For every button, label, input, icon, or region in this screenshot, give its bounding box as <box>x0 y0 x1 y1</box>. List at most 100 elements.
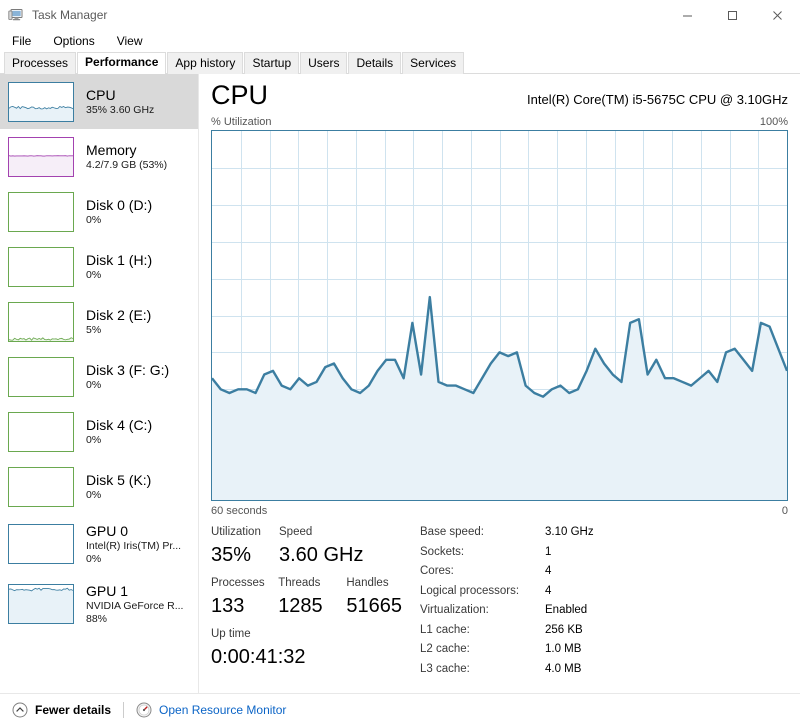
stat-value: 51665 <box>346 595 402 617</box>
fewer-details-button[interactable]: Fewer details <box>12 702 111 718</box>
task-manager-icon <box>8 7 24 23</box>
sidebar-item-disk-2-e[interactable]: Disk 2 (E:) 5% <box>0 294 198 349</box>
stat-label: Processes <box>211 577 265 589</box>
stat-value: 0:00:41:32 <box>211 646 306 668</box>
graph-plot-area <box>212 131 787 500</box>
sidebar-thumbnail <box>8 246 74 287</box>
detail-label: Sockets: <box>420 545 465 558</box>
sidebar-item-disk-0-d[interactable]: Disk 0 (D:) 0% <box>0 184 198 239</box>
stat-threads: Threads 1285 <box>278 574 342 619</box>
status-bar: Fewer details Open Resource Monitor <box>0 693 800 725</box>
sidebar-item-sublabel: 0% <box>86 268 102 281</box>
window-title: Task Manager <box>32 8 108 22</box>
sidebar-item-sublabel: 0% <box>86 213 102 226</box>
detail-label: Cores: <box>420 565 454 577</box>
sidebar-item-label: GPU 0 <box>86 522 129 539</box>
sidebar-item-text: CPU 35% 3.60 GHz <box>86 87 154 117</box>
detail-label: Virtualization: <box>420 604 489 616</box>
sidebar-item-sublabel-2: 0% <box>86 552 102 565</box>
sidebar-item-text: Disk 4 (C:) 0% <box>86 417 152 447</box>
tab-details[interactable]: Details <box>348 52 402 74</box>
sidebar-item-text: Disk 3 (F: G:) 0% <box>86 362 169 392</box>
sidebar-item-disk-5-k[interactable]: Disk 5 (K:) 0% <box>0 459 198 514</box>
maximize-button[interactable] <box>710 0 755 30</box>
stat-label: Up time <box>211 628 251 640</box>
sidebar-thumbnail <box>8 301 74 342</box>
sidebar-item-cpu[interactable]: CPU 35% 3.60 GHz <box>0 74 198 129</box>
stat-processes: Processes 133 <box>211 574 274 619</box>
resource-monitor-icon <box>136 702 152 718</box>
menu-bar: File Options View <box>0 30 800 52</box>
menu-item-file[interactable]: File <box>8 32 35 50</box>
detail-value: 256 KB <box>545 623 583 636</box>
detail-label: L2 cache: <box>420 643 470 655</box>
graph-x-axis-labels: 60 seconds 0 <box>211 505 788 517</box>
open-resource-monitor-link[interactable]: Open Resource Monitor <box>136 702 286 718</box>
menu-item-options[interactable]: Options <box>49 32 98 50</box>
cpu-graph-wrapper <box>211 130 788 501</box>
detail-row: L3 cache: 4.0 MB <box>420 660 788 680</box>
detail-label: Base speed: <box>420 526 484 538</box>
sidebar-item-label: Memory <box>86 141 137 158</box>
x-axis-right: 0 <box>781 505 788 517</box>
tab-startup[interactable]: Startup <box>244 52 300 74</box>
stat-utilization: Utilization 35% <box>211 523 275 568</box>
detail-value: 3.10 GHz <box>545 526 594 538</box>
cpu-header: CPU Intel(R) Core(TM) i5-5675C CPU @ 3.1… <box>211 74 788 112</box>
cpu-utilization-graph[interactable] <box>211 130 788 501</box>
stats-row-3: Up time 0:00:41:32 <box>211 625 406 670</box>
tab-services[interactable]: Services <box>402 52 465 74</box>
sidebar-item-label: Disk 3 (F: G:) <box>86 361 170 378</box>
sidebar-item-gpu-1[interactable]: GPU 1 NVIDIA GeForce R... 88% <box>0 574 198 634</box>
detail-row: Virtualization: Enabled <box>420 601 788 621</box>
sidebar-item-disk-1-h[interactable]: Disk 1 (H:) 0% <box>0 239 198 294</box>
sidebar-item-sublabel: 0% <box>86 433 102 446</box>
detail-row: Sockets: 1 <box>420 543 788 563</box>
sidebar-item-label: Disk 4 (C:) <box>86 416 153 433</box>
detail-row: L2 cache: 1.0 MB <box>420 640 788 660</box>
y-axis-label: % Utilization <box>211 116 272 128</box>
tab-processes[interactable]: Processes <box>4 52 77 74</box>
sidebar-item-sublabel: NVIDIA GeForce R... <box>86 599 184 612</box>
detail-value: 4 <box>545 584 552 597</box>
sidebar-thumbnail <box>8 81 74 122</box>
tab-users[interactable]: Users <box>300 52 348 74</box>
tab-performance[interactable]: Performance <box>77 52 167 74</box>
detail-label: L1 cache: <box>420 623 470 636</box>
stat-value: 1285 <box>278 595 323 617</box>
sidebar-thumbnail <box>8 411 74 452</box>
minimize-button[interactable] <box>665 0 710 30</box>
sidebar-item-sublabel: 0% <box>86 488 102 501</box>
chevron-up-icon <box>12 702 28 718</box>
sidebar-item-sublabel: 5% <box>86 323 102 336</box>
fewer-details-label: Fewer details <box>35 702 112 717</box>
stat-uptime: Up time 0:00:41:32 <box>211 625 306 670</box>
sidebar-item-memory[interactable]: Memory 4.2/7.9 GB (53%) <box>0 129 198 184</box>
sidebar-item-disk-4-c[interactable]: Disk 4 (C:) 0% <box>0 404 198 459</box>
resource-sidebar[interactable]: CPU 35% 3.60 GHz Memory 4.2/7.9 GB (53%) Dis… <box>0 74 199 693</box>
sidebar-item-gpu-0[interactable]: GPU 0 Intel(R) Iris(TM) Pr... 0% <box>0 514 198 574</box>
stat-value: 133 <box>211 595 245 617</box>
graph-y-axis-labels: % Utilization 100% <box>211 116 788 128</box>
cpu-detail-stats: Base speed: 3.10 GHz Sockets: 1 Cores: 4 Logic… <box>406 523 788 679</box>
close-button[interactable] <box>755 0 800 30</box>
content-area: CPU 35% 3.60 GHz Memory 4.2/7.9 GB (53%) Dis… <box>0 74 800 693</box>
sidebar-item-label: Disk 5 (K:) <box>86 471 152 488</box>
sidebar-item-sublabel: 4.2/7.9 GB (53%) <box>86 158 168 171</box>
sidebar-item-sublabel: Intel(R) Iris(TM) Pr... <box>86 539 182 552</box>
stat-handles: Handles 51665 <box>346 574 402 619</box>
sidebar-item-text: GPU 0 Intel(R) Iris(TM) Pr... 0% <box>86 523 181 566</box>
sidebar-item-disk-3-f-g[interactable]: Disk 3 (F: G:) 0% <box>0 349 198 404</box>
sidebar-item-text: GPU 1 NVIDIA GeForce R... 88% <box>86 583 183 626</box>
stat-value: 35% <box>211 544 252 566</box>
detail-label: L3 cache: <box>420 662 470 675</box>
detail-label: Logical processors: <box>420 584 520 597</box>
sidebar-item-text: Disk 5 (K:) 0% <box>86 472 151 502</box>
menu-item-view[interactable]: View <box>113 32 147 50</box>
sidebar-item-label: Disk 2 (E:) <box>86 306 152 323</box>
cpu-model-label: Intel(R) Core(TM) i5-5675C CPU @ 3.10GHz <box>527 92 788 107</box>
tab-app-history[interactable]: App history <box>167 52 244 74</box>
stat-label: Speed <box>279 526 313 538</box>
sidebar-item-label: Disk 1 (H:) <box>86 251 153 268</box>
detail-row: Cores: 4 <box>420 562 788 582</box>
